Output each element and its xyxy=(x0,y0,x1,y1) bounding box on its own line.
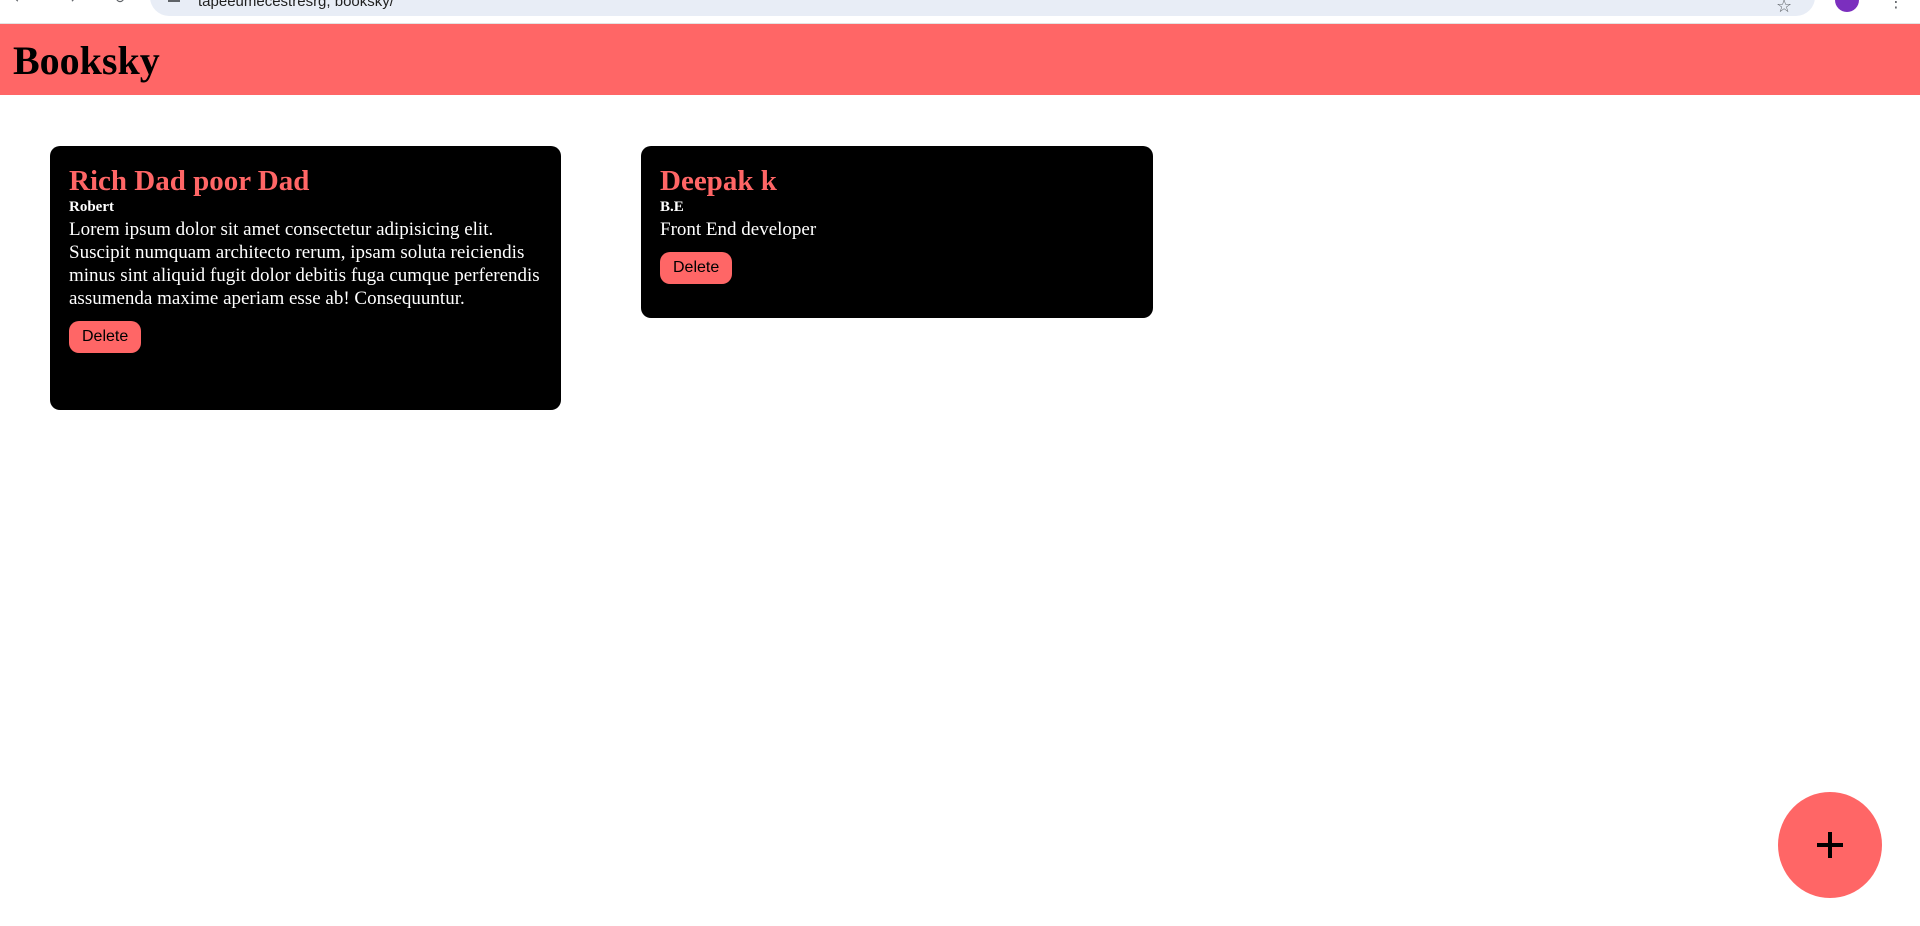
browser-toolbar: ← → ↻ tapeeumecestresrg, booksky/ ☆ ⋮ xyxy=(0,0,1920,24)
book-description: Lorem ipsum dolor sit amet consectetur a… xyxy=(69,219,540,309)
arrow-right-icon[interactable]: → xyxy=(64,0,84,12)
app-header: Booksky xyxy=(0,24,1920,95)
arrow-left-icon[interactable]: ← xyxy=(14,0,34,12)
book-author: B.E xyxy=(660,199,684,215)
book-author: Robert xyxy=(69,199,114,215)
page-title: Booksky xyxy=(13,38,160,83)
site-info-icon[interactable] xyxy=(168,0,180,2)
avatar[interactable] xyxy=(1835,0,1859,12)
book-title: Deepak k xyxy=(660,165,777,197)
book-card: Deepak k B.E Front End developer Delete xyxy=(641,146,1153,318)
browser-nav: ← → ↻ xyxy=(14,0,134,12)
kebab-menu-icon[interactable]: ⋮ xyxy=(1888,0,1904,11)
star-icon[interactable]: ☆ xyxy=(1776,0,1792,17)
address-bar[interactable]: tapeeumecestresrg, booksky/ xyxy=(150,0,1815,16)
plus-icon xyxy=(1817,832,1843,858)
delete-button[interactable]: Delete xyxy=(69,321,142,353)
book-description: Front End developer xyxy=(660,219,817,240)
add-book-button[interactable] xyxy=(1778,792,1882,898)
delete-button[interactable]: Delete xyxy=(660,252,733,284)
book-title: Rich Dad poor Dad xyxy=(69,165,310,197)
reload-icon[interactable]: ↻ xyxy=(114,0,134,12)
book-card: Rich Dad poor Dad Robert Lorem ipsum dol… xyxy=(50,146,561,410)
address-bar-url[interactable]: tapeeumecestresrg, booksky/ xyxy=(198,0,394,10)
